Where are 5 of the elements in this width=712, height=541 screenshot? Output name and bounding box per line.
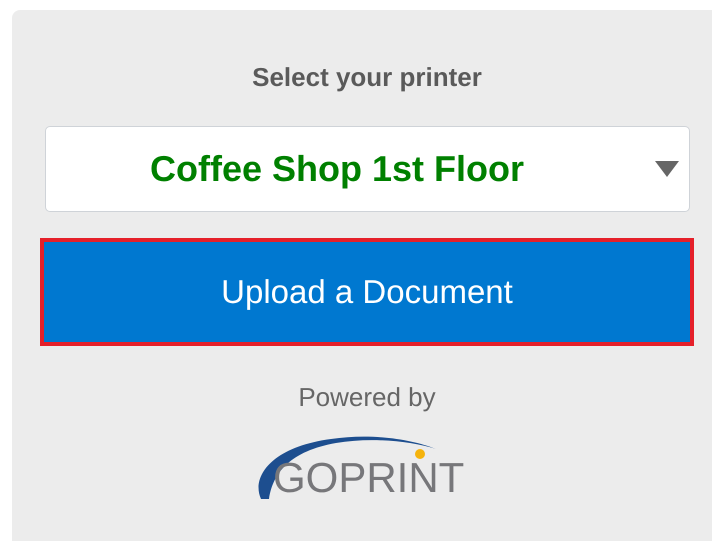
- caret-icon: [654, 161, 678, 177]
- select-printer-heading: Select your printer: [252, 62, 482, 94]
- printer-select[interactable]: Coffee Shop 1st Floor: [44, 126, 690, 212]
- upload-button[interactable]: Upload a Document: [40, 238, 694, 346]
- powered-by-text: Powered by: [298, 382, 436, 413]
